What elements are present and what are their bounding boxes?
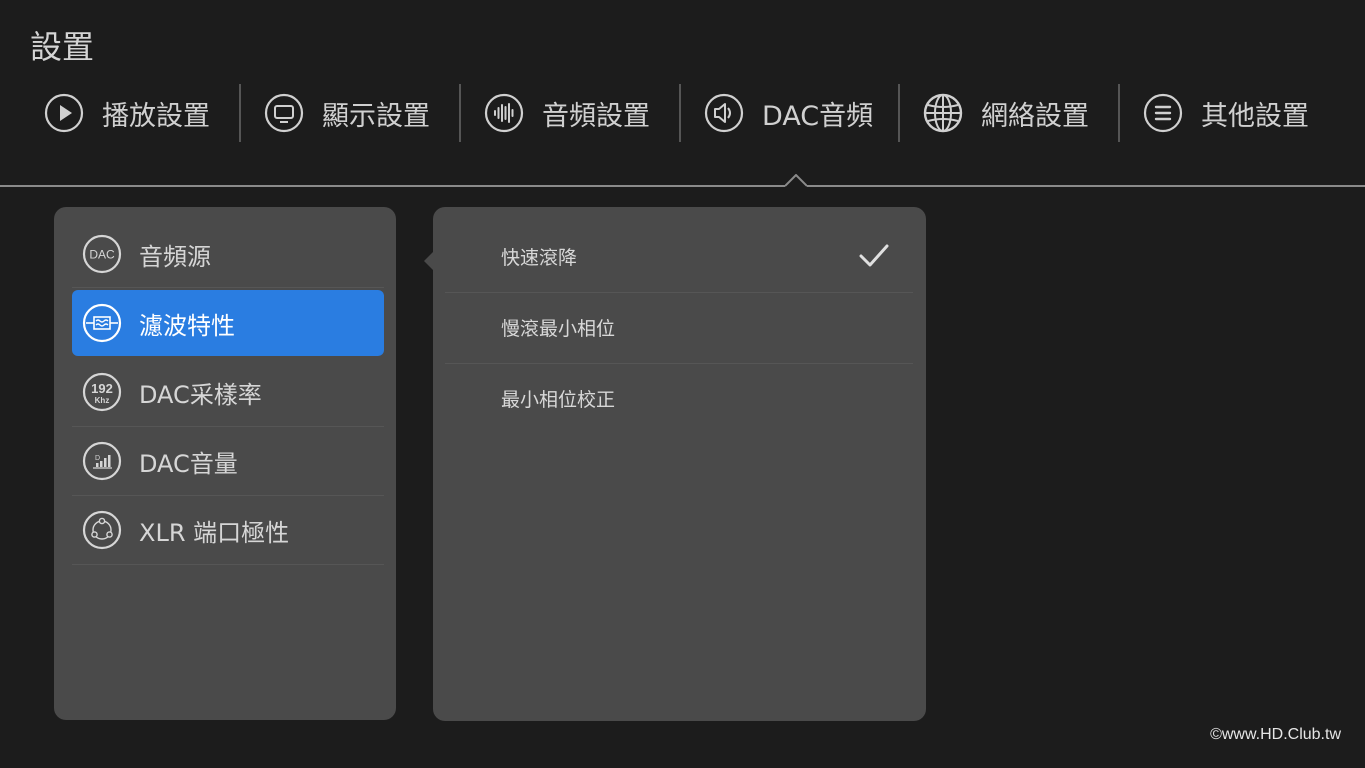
filter-icon: [82, 303, 122, 343]
monitor-icon: [264, 93, 304, 133]
menu-divider: [72, 495, 384, 496]
sample-rate-unit: Khz: [95, 396, 110, 405]
menu-divider: [72, 287, 384, 288]
menu-item-label: 音頻源: [139, 242, 211, 271]
tab-separator: [239, 84, 241, 142]
tab-separator: [898, 84, 900, 142]
tab-display-settings[interactable]: 顯示設置: [264, 84, 430, 142]
tab-label: 音頻設置: [542, 100, 650, 132]
menu-item-audio-source[interactable]: DAC 音頻源: [72, 221, 384, 287]
play-icon: [44, 93, 84, 133]
tab-playback-settings[interactable]: 播放設置: [44, 84, 210, 142]
tab-label: DAC音頻: [762, 100, 874, 132]
tab-network-settings[interactable]: 網絡設置: [923, 84, 1089, 142]
menu-list-icon: [1143, 93, 1183, 133]
page-title: 設置: [30, 28, 95, 66]
tab-separator: [459, 84, 461, 142]
top-tab-bar: 播放設置 顯示設置 音頻設置 DAC音頻 網絡設置 其他設置: [0, 84, 1365, 142]
dac-icon-text: DAC: [89, 248, 115, 262]
polarity-icon: [82, 510, 122, 550]
tab-label: 網絡設置: [981, 100, 1089, 132]
menu-item-label: 濾波特性: [139, 311, 235, 340]
globe-icon: [923, 93, 963, 133]
menu-item-filter[interactable]: 濾波特性: [72, 290, 384, 356]
option-label: 最小相位校正: [501, 388, 616, 411]
filter-options-panel: 快速滾降 慢滾最小相位 最小相位校正: [433, 207, 926, 721]
menu-item-label: XLR 端口極性: [139, 518, 290, 547]
svg-text:D: D: [95, 455, 100, 462]
tab-underline: [0, 185, 1365, 187]
tab-label: 播放設置: [102, 100, 210, 132]
menu-item-dac-volume[interactable]: D DAC音量: [72, 428, 384, 494]
tab-label: 顯示設置: [322, 100, 430, 132]
tab-label: 其他設置: [1201, 100, 1309, 132]
dac-icon: DAC: [82, 234, 122, 274]
dac-settings-menu: DAC 音頻源 濾波特性 192 Khz DAC采樣率 D DAC音量 XLR …: [54, 207, 396, 720]
checkmark-icon: [859, 244, 889, 267]
menu-divider: [72, 426, 384, 427]
option-slow-roll-off-min-phase[interactable]: 慢滾最小相位: [433, 292, 926, 362]
option-label: 慢滾最小相位: [501, 317, 616, 340]
tab-dac-audio[interactable]: DAC音頻: [704, 84, 873, 142]
audio-wave-icon: [484, 93, 524, 133]
sample-rate-value: 192: [91, 381, 113, 396]
menu-divider: [72, 564, 384, 565]
tab-separator: [679, 84, 681, 142]
menu-item-dac-sample-rate[interactable]: 192 Khz DAC采樣率: [72, 359, 384, 425]
option-label: 快速滾降: [501, 246, 578, 269]
tab-audio-settings[interactable]: 音頻設置: [484, 84, 650, 142]
sample-rate-icon: 192 Khz: [82, 372, 122, 412]
menu-item-label: DAC采樣率: [139, 380, 262, 409]
active-tab-notch: [785, 174, 807, 187]
menu-item-label: DAC音量: [139, 449, 238, 478]
menu-item-xlr-polarity[interactable]: XLR 端口極性: [72, 497, 384, 563]
speaker-icon: [704, 93, 744, 133]
tab-other-settings[interactable]: 其他設置: [1143, 84, 1309, 142]
watermark: ©www.HD.Club.tw: [1210, 726, 1341, 743]
volume-bars-icon: D: [82, 441, 122, 481]
option-min-phase-correction[interactable]: 最小相位校正: [433, 363, 926, 433]
option-fast-roll-off[interactable]: 快速滾降: [433, 221, 926, 291]
tab-separator: [1118, 84, 1120, 142]
